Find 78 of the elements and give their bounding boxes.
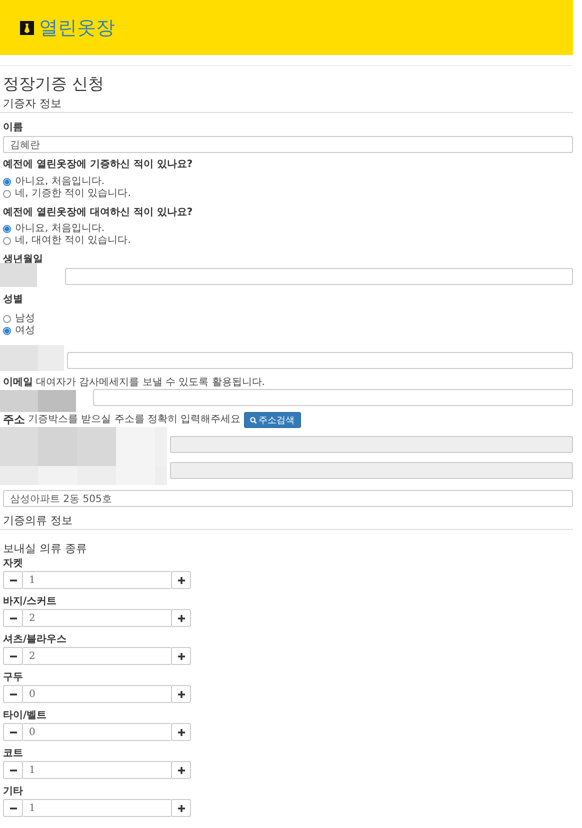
field-hint: 기증박스를 받으실 주소를 정확히 입력해주세요: [28, 414, 241, 426]
plus-button[interactable]: [171, 723, 191, 741]
radio-label[interactable]: 남성: [15, 313, 35, 325]
input-field[interactable]: [65, 268, 573, 285]
minus-button[interactable]: [3, 723, 23, 741]
quantity-field[interactable]: 2: [23, 647, 171, 665]
input-field[interactable]: 삼성아파트 2동 505호: [3, 490, 573, 507]
site-logo[interactable]: 열린옷장: [39, 16, 115, 40]
plus-icon: [178, 614, 184, 622]
address-search-button[interactable]: 주소검색: [244, 412, 301, 428]
input-field[interactable]: 김혜란: [3, 136, 573, 153]
quantity-field[interactable]: 2: [23, 609, 171, 627]
page-title: 정장기증 신청: [2, 75, 106, 93]
input-field[interactable]: [67, 352, 573, 369]
radio-label[interactable]: 네, 대여한 적이 있습니다.: [15, 235, 131, 247]
radio-button[interactable]: [3, 237, 11, 245]
field-label: 이름: [2, 122, 24, 134]
field-label: 주소: [2, 414, 25, 426]
plus-button[interactable]: [171, 799, 191, 817]
input-field[interactable]: [170, 436, 573, 453]
redaction-mosaic: [0, 345, 64, 371]
subsection-title: 보내실 의류 종류: [2, 542, 88, 556]
plus-button[interactable]: [171, 571, 191, 589]
minus-icon: [10, 804, 16, 812]
radio-button[interactable]: [3, 190, 11, 198]
minus-icon: [10, 576, 16, 584]
minus-button[interactable]: [3, 647, 23, 665]
radio-button[interactable]: [3, 225, 11, 233]
field-label: 코트: [2, 748, 24, 760]
quantity-field[interactable]: 0: [23, 723, 171, 741]
field-label: 자켓: [2, 558, 24, 570]
section-title: 기증의류 정보: [0, 514, 573, 530]
input-field[interactable]: [93, 389, 573, 406]
minus-button[interactable]: [3, 685, 23, 703]
minus-icon: [10, 728, 16, 736]
radio-label[interactable]: 네, 기증한 적이 있습니다.: [15, 188, 131, 200]
field-label: 성별: [2, 294, 24, 306]
quantity-field[interactable]: 1: [23, 761, 171, 779]
field-label: 이메일: [2, 377, 33, 389]
plus-icon: [178, 766, 184, 774]
input-field[interactable]: [170, 462, 573, 479]
field-hint: 대여자가 감사메세지를 보낼 수 있도록 활용됩니다.: [36, 377, 266, 389]
minus-icon: [10, 690, 16, 698]
minus-icon: [10, 766, 16, 774]
radio-label[interactable]: 여성: [15, 325, 35, 337]
plus-button[interactable]: [171, 647, 191, 665]
search-icon: [250, 416, 257, 424]
plus-icon: [178, 804, 184, 812]
quantity-field[interactable]: 1: [23, 799, 171, 817]
question-label: 예전에 열린옷장에 기증하신 적이 있나요?: [2, 159, 194, 171]
plus-icon: [178, 652, 184, 660]
tie-icon: [20, 20, 34, 34]
field-label: 셔츠/블라우스: [2, 634, 68, 646]
field-label: 구두: [2, 672, 24, 684]
minus-button[interactable]: [3, 609, 23, 627]
radio-label[interactable]: 아니요, 처음입니다.: [15, 223, 105, 235]
radio-button[interactable]: [3, 178, 11, 186]
minus-button[interactable]: [3, 761, 23, 779]
plus-button[interactable]: [171, 685, 191, 703]
section-title: 기증자 정보: [0, 97, 573, 113]
plus-icon: [178, 690, 184, 698]
question-label: 예전에 열린옷장에 대여하신 적이 있나요?: [2, 207, 194, 219]
minus-icon: [10, 652, 16, 660]
quantity-field[interactable]: 1: [23, 571, 171, 589]
field-label: 기타: [2, 786, 24, 798]
plus-icon: [178, 576, 184, 584]
radio-label[interactable]: 아니요, 처음입니다.: [15, 176, 105, 188]
minus-button[interactable]: [3, 799, 23, 817]
minus-icon: [10, 614, 16, 622]
plus-button[interactable]: [171, 609, 191, 627]
radio-button[interactable]: [3, 327, 11, 335]
radio-button[interactable]: [3, 315, 11, 323]
quantity-field[interactable]: 0: [23, 685, 171, 703]
field-label: 타이/벨트: [2, 710, 48, 722]
minus-button[interactable]: [3, 571, 23, 589]
field-label: 바지/스커트: [2, 596, 58, 608]
plus-button[interactable]: [171, 761, 191, 779]
plus-icon: [178, 728, 184, 736]
